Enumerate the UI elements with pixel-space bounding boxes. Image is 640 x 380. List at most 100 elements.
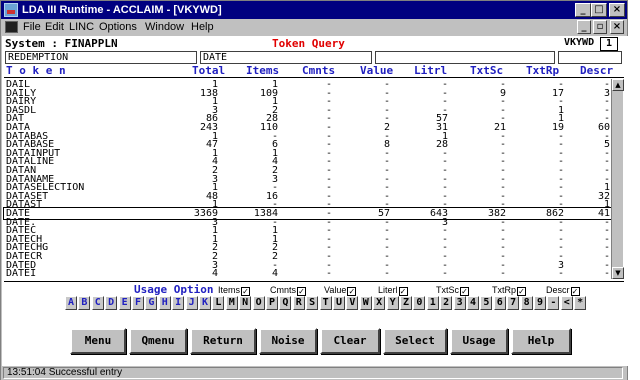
menu-options[interactable]: Options: [99, 19, 137, 36]
alpha-key-1[interactable]: B: [78, 296, 91, 310]
alpha-key-4[interactable]: E: [118, 296, 131, 310]
usage-option-label-txtsc: TxtSc: [436, 285, 460, 295]
input-field-4[interactable]: [558, 51, 622, 64]
usage-option-label-literl: Literl: [378, 285, 398, 295]
cell-items: 4: [271, 268, 278, 280]
vertical-scrollbar[interactable]: ▲ ▼: [611, 79, 624, 279]
alpha-key-14[interactable]: O: [252, 296, 265, 310]
scroll-down-icon[interactable]: ▼: [612, 267, 624, 279]
alpha-key-27[interactable]: 1: [426, 296, 439, 310]
checkbox-checked-icon[interactable]: ✓: [241, 287, 251, 296]
menu-help[interactable]: Help: [191, 19, 214, 36]
menu-window[interactable]: Window: [145, 19, 184, 36]
redemption-field[interactable]: REDEMPTION: [5, 51, 197, 64]
alpha-key-11[interactable]: L: [212, 296, 225, 310]
usage-option-cmnts[interactable]: Cmnts ✓: [270, 285, 307, 296]
checkbox-checked-icon[interactable]: ✓: [297, 287, 307, 296]
cell-litrl: -: [441, 268, 448, 280]
header-txtsc: TxtSc: [470, 64, 504, 77]
alpha-key-28[interactable]: 2: [440, 296, 453, 310]
alpha-key-26[interactable]: 0: [413, 296, 426, 310]
usage-option-literl[interactable]: Literl ✓: [378, 285, 408, 296]
alpha-key-6[interactable]: G: [145, 296, 158, 310]
menu-button[interactable]: Menu: [70, 328, 126, 354]
alpha-key-10[interactable]: K: [199, 296, 211, 310]
app-window: LDA III Runtime - ACCLAIM - [VKYWD] _ □ …: [0, 0, 628, 380]
alpha-key-3[interactable]: D: [105, 296, 118, 310]
alpha-key-34[interactable]: 8: [520, 296, 533, 310]
alpha-key-19[interactable]: T: [319, 296, 332, 310]
qmenu-button[interactable]: Qmenu: [129, 328, 187, 354]
alpha-key-37[interactable]: <: [560, 296, 573, 310]
cell-txtrp: -: [557, 268, 564, 280]
alpha-key-35[interactable]: 9: [534, 296, 546, 310]
mdi-close-button[interactable]: ×: [610, 20, 624, 34]
alpha-key-5[interactable]: F: [132, 296, 144, 310]
maximize-button[interactable]: □: [591, 3, 607, 17]
document-icon[interactable]: [5, 21, 18, 33]
alpha-key-20[interactable]: U: [333, 296, 345, 310]
clear-button[interactable]: Clear: [320, 328, 380, 354]
table-row[interactable]: DATEI 4 4 - - - - - -: [4, 268, 611, 279]
alpha-key-33[interactable]: 7: [507, 296, 520, 310]
usage-option-txtrp[interactable]: TxtRp ✓: [492, 285, 527, 296]
menu-file[interactable]: File: [23, 19, 41, 36]
minimize-button[interactable]: _: [575, 3, 591, 17]
usage-option-items[interactable]: Items ✓: [218, 285, 251, 296]
checkbox-checked-icon[interactable]: ✓: [570, 287, 580, 296]
checkbox-checked-icon[interactable]: ✓: [347, 287, 357, 296]
alpha-key-17[interactable]: R: [292, 296, 305, 310]
alpha-key-21[interactable]: V: [346, 296, 359, 310]
alpha-key-30[interactable]: 4: [467, 296, 479, 310]
return-button[interactable]: Return: [190, 328, 256, 354]
mdi-restore-button[interactable]: ▫: [593, 20, 607, 34]
header-total: Total: [192, 64, 226, 77]
alpha-key-7[interactable]: H: [158, 296, 171, 310]
help-button[interactable]: Help: [511, 328, 571, 354]
alpha-key-18[interactable]: S: [306, 296, 319, 310]
alpha-key-24[interactable]: Y: [386, 296, 399, 310]
alpha-key-29[interactable]: 3: [453, 296, 466, 310]
alpha-key-23[interactable]: X: [373, 296, 386, 310]
status-message: 13:51:04 Successful entry: [3, 367, 623, 379]
usage-option-txtsc[interactable]: TxtSc ✓: [436, 285, 470, 296]
checkbox-checked-icon[interactable]: ✓: [517, 287, 527, 296]
checkbox-checked-icon[interactable]: ✓: [460, 287, 470, 296]
alpha-key-9[interactable]: J: [185, 296, 198, 310]
select-button[interactable]: Select: [383, 328, 447, 354]
alpha-key-38[interactable]: *: [574, 296, 587, 310]
alpha-key-8[interactable]: I: [172, 296, 185, 310]
alpha-key-32[interactable]: 6: [493, 296, 506, 310]
input-field-3[interactable]: [375, 51, 555, 64]
close-button[interactable]: ×: [609, 3, 625, 17]
cell-descr: -: [603, 268, 610, 280]
alpha-key-36[interactable]: -: [547, 296, 560, 310]
terminal-screen: System : FINAPPLN Token Query VKYWD 1 RE…: [2, 36, 628, 366]
menu-linc[interactable]: LINC: [69, 19, 94, 36]
alpha-key-16[interactable]: Q: [279, 296, 292, 310]
alpha-key-15[interactable]: P: [266, 296, 278, 310]
alpha-key-13[interactable]: N: [239, 296, 252, 310]
alpha-key-12[interactable]: M: [225, 296, 238, 310]
menu-bar: File Edit LINC Options Window Help _ ▫ ×: [1, 19, 627, 36]
alpha-key-0[interactable]: A: [65, 296, 77, 310]
scroll-up-icon[interactable]: ▲: [612, 79, 624, 91]
usage-button[interactable]: Usage: [450, 328, 508, 354]
header-token: T o k e n: [6, 64, 66, 77]
app-icon[interactable]: [4, 3, 18, 17]
menu-edit[interactable]: Edit: [45, 19, 64, 36]
alpha-key-25[interactable]: Z: [400, 296, 412, 310]
mdi-minimize-button[interactable]: _: [577, 20, 591, 34]
usage-option-descr[interactable]: Descr ✓: [546, 285, 580, 296]
header-litrl: Litrl: [414, 64, 448, 77]
alpha-key-2[interactable]: C: [91, 296, 104, 310]
noise-button[interactable]: Noise: [259, 328, 317, 354]
checkbox-checked-icon[interactable]: ✓: [398, 287, 408, 296]
title-bar[interactable]: LDA III Runtime - ACCLAIM - [VKYWD] _ □ …: [1, 1, 627, 19]
alpha-key-22[interactable]: W: [359, 296, 372, 310]
token-input[interactable]: DATE: [200, 51, 372, 64]
alpha-key-31[interactable]: 5: [480, 296, 493, 310]
header-items: Items: [246, 64, 280, 77]
cell-txtsc: -: [499, 268, 506, 280]
usage-option-value[interactable]: Value ✓: [324, 285, 357, 296]
